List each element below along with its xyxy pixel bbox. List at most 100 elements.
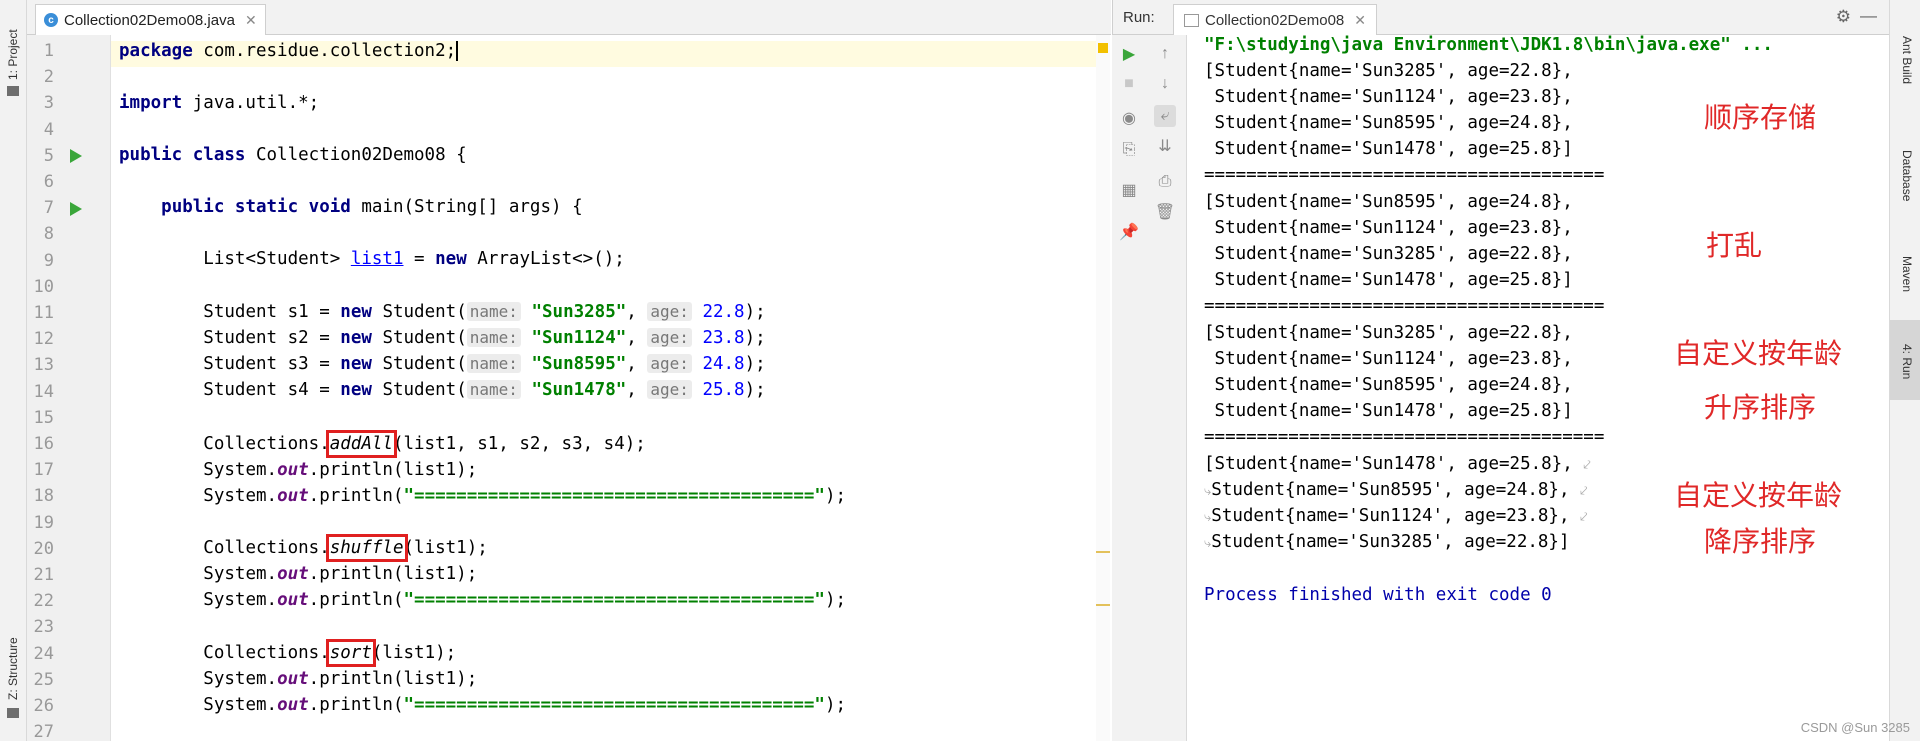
code-line-20: Collections.shuffle(list1); <box>203 534 488 562</box>
watermark: CSDN @Sun 3285 <box>1800 720 1910 735</box>
code-line-22: System.out.println("====================… <box>203 590 847 610</box>
output-line: Student{name='Sun1478', age=25.8}] <box>1204 139 1573 159</box>
code-line-9: List<Student> list1 = new ArrayList<>(); <box>203 249 625 269</box>
project-tab-label: 1: Project <box>6 29 20 80</box>
code-line-13: Student s3 = new Student(name: "Sun8595"… <box>203 354 766 374</box>
output-line: Student{name='Sun8595', age=24.8}, <box>1204 375 1573 395</box>
code-line-16: Collections.addAll(list1, s1, s2, s3, s4… <box>203 430 646 458</box>
line-number: 15 <box>33 407 54 428</box>
settings-gear-icon[interactable]: ⚙ <box>1836 7 1851 27</box>
output-line: [Student{name='Sun3285', age=22.8}, <box>1204 323 1573 343</box>
run-tab-label: Collection02Demo08 <box>1205 11 1345 29</box>
stripe-mark[interactable] <box>1096 551 1110 553</box>
structure-icon <box>7 708 19 718</box>
run-config-tab[interactable]: Collection02Demo08 ✕ <box>1173 4 1377 35</box>
close-icon[interactable]: ✕ <box>245 12 257 29</box>
separator-line: ====================================== <box>1204 427 1605 447</box>
line-number: 5 <box>43 145 54 166</box>
line-number: 3 <box>43 93 54 114</box>
output-line: Student{name='Sun1478', age=25.8}] <box>1204 401 1573 421</box>
pin-icon[interactable]: 📌 <box>1118 221 1140 243</box>
file-tab-label: Collection02Demo08.java <box>64 11 235 29</box>
editor-file-tab[interactable]: c Collection02Demo08.java ✕ <box>35 4 266 35</box>
scroll-down-icon[interactable]: ↓ <box>1154 73 1176 95</box>
layout-icon[interactable]: ▦ <box>1118 179 1140 201</box>
line-number: 23 <box>33 617 54 638</box>
folder-icon <box>7 86 19 96</box>
scroll-up-icon[interactable]: ↑ <box>1154 43 1176 65</box>
line-number: 21 <box>33 565 54 585</box>
command-line: "F:\studying\java Environment\JDK1.8\bin… <box>1204 35 1773 55</box>
database-tab[interactable]: Database <box>1900 150 1914 201</box>
line-number: 12 <box>33 329 54 350</box>
line-number: 1 <box>43 41 54 61</box>
line-number: 6 <box>43 172 54 192</box>
code-line-25: System.out.println(list1); <box>203 669 478 689</box>
process-finished-line: Process finished with exit code 0 <box>1204 585 1552 605</box>
output-line: [Student{name='Sun8595', age=24.8}, <box>1204 192 1573 212</box>
minimize-icon[interactable]: — <box>1860 6 1877 26</box>
inspection-status-icon[interactable] <box>1098 43 1108 53</box>
code-line-1: package com.residue.collection2; <box>119 41 459 61</box>
project-tool-tab[interactable]: 1: Project <box>6 29 20 80</box>
line-number: 24 <box>33 643 54 664</box>
trash-icon[interactable]: 🗑 <box>1154 201 1176 223</box>
annotation-custom-age: 自定义按年龄 <box>1674 337 1843 370</box>
structure-tool-tab[interactable]: Z: Structure <box>6 637 20 700</box>
close-icon[interactable]: ✕ <box>1354 12 1366 29</box>
output-line: Student{name='Sun1124', age=23.8}, <box>1204 218 1573 238</box>
code-line-12: Student s2 = new Student(name: "Sun1124"… <box>203 328 766 348</box>
run-class-icon[interactable] <box>70 149 82 163</box>
line-number: 16 <box>33 434 54 454</box>
code-line-14: Student s4 = new Student(name: "Sun1478"… <box>203 380 766 400</box>
line-number: 7 <box>43 198 54 219</box>
line-number: 14 <box>33 381 54 402</box>
maven-tab[interactable]: Maven <box>1900 256 1914 292</box>
line-number: 8 <box>43 224 54 245</box>
code-line-7: public static void main(String[] args) { <box>161 197 583 217</box>
right-tool-strip: Ant Build Database Maven 4: Run <box>1889 0 1920 741</box>
code-line-21: System.out.println(list1); <box>203 564 478 584</box>
line-number: 2 <box>43 67 54 88</box>
code-line-5: public class Collection02Demo08 { <box>119 145 467 165</box>
restore-layout-icon[interactable]: ⎘ <box>1118 139 1140 161</box>
line-number: 20 <box>33 538 54 559</box>
output-line: ⤷Student{name='Sun1124', age=23.8}, ⤦ <box>1204 506 1588 526</box>
rerun-icon[interactable]: ▶ <box>1118 43 1140 65</box>
line-number: 9 <box>43 250 54 271</box>
run-tool-tab[interactable]: 4: Run <box>1900 344 1914 379</box>
run-label: Run: <box>1123 9 1155 26</box>
java-class-icon: c <box>44 13 58 27</box>
annotation-shuffle: 打乱 <box>1706 229 1763 262</box>
camera-icon[interactable]: ◉ <box>1118 107 1140 129</box>
annotation-custom-age: 自定义按年龄 <box>1674 479 1843 512</box>
editor-error-stripe[interactable] <box>1096 35 1110 741</box>
line-number: 17 <box>33 460 54 481</box>
run-toolbar: ▶ ■ ◉ ⎘ ▦ 📌 ↑ ↓ ⤶ ⇊ ⎙ 🗑 <box>1112 35 1187 741</box>
stripe-mark[interactable] <box>1096 604 1110 606</box>
print-icon[interactable]: ⎙ <box>1154 171 1176 193</box>
run-main-icon[interactable] <box>70 202 82 216</box>
code-line-18: System.out.println("====================… <box>203 486 847 506</box>
annotation-sequential: 顺序存储 <box>1704 101 1817 134</box>
code-line-26: System.out.println("====================… <box>203 695 847 715</box>
line-number: 13 <box>33 355 54 376</box>
separator-line: ====================================== <box>1204 165 1605 185</box>
annotation-ascending: 升序排序 <box>1704 391 1817 424</box>
soft-wrap-icon: ⤦ <box>1580 510 1588 525</box>
scroll-to-end-icon[interactable]: ⇊ <box>1154 135 1176 157</box>
editor-tab-bar: c Collection02Demo08.java ✕ <box>27 0 1111 35</box>
sort-highlight: sort <box>325 639 376 667</box>
soft-wrap-icon[interactable]: ⤶ <box>1154 105 1176 127</box>
soft-wrap-icon: ⤦ <box>1580 484 1588 499</box>
output-line: ⤷Student{name='Sun8595', age=24.8}, ⤦ <box>1204 480 1588 500</box>
ant-build-tab[interactable]: Ant Build <box>1900 36 1914 84</box>
stop-icon[interactable]: ■ <box>1118 73 1140 95</box>
code-line-3: import java.util.*; <box>119 93 320 113</box>
run-tool-header: Run: Collection02Demo08 ✕ ⚙ — <box>1112 0 1889 35</box>
shuffle-highlight: shuffle <box>325 534 408 562</box>
separator-line: ====================================== <box>1204 296 1605 316</box>
line-number: 19 <box>33 512 54 533</box>
code-line-11: Student s1 = new Student(name: "Sun3285"… <box>203 302 766 322</box>
line-number: 26 <box>33 696 54 716</box>
